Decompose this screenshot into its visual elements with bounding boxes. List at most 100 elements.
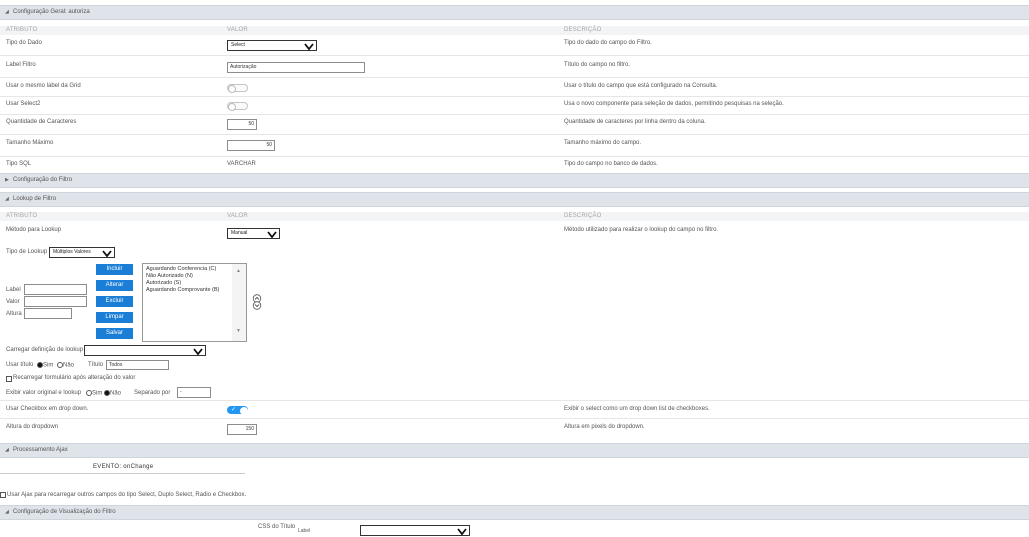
row-desc: Usar o título do campo que está configur… (564, 83, 718, 89)
row-desc: Tamanho máximo do campo. (564, 140, 642, 146)
radio-label: Sim (43, 362, 54, 369)
collapse-triangle-icon: ◢ (5, 509, 9, 515)
alterar-button[interactable]: Alterar (96, 280, 133, 291)
tipo-lookup-label: Tipo de Lookup (6, 249, 48, 255)
recarregar-label: Recarregar formulário após alteração do … (13, 375, 136, 381)
row-tipo-dado: Tipo do Dado Select Tipo do dado do camp… (0, 36, 1029, 56)
metodo-lookup-desc: Método utilizado para realizar o lookup … (564, 227, 719, 233)
select-value: Select (231, 42, 245, 48)
exibir-original-radio-nao[interactable]: Não (104, 390, 121, 397)
row-tipo-sql: Tipo SQL VARCHAR Tipo do campo no banco … (0, 157, 1029, 172)
row-desc: Tipo do campo no banco de dados. (564, 161, 658, 167)
carregar-lookup-select[interactable] (84, 345, 206, 356)
lookup-altura-input[interactable] (24, 308, 72, 319)
divider (0, 400, 1029, 401)
chevron-down-icon (102, 250, 112, 258)
collapse-triangle-icon: ◢ (5, 447, 9, 453)
checkbox-dropdown-toggle[interactable]: ✓ (227, 406, 248, 415)
separador-input[interactable]: - (177, 387, 211, 398)
section-title: Lookup de Filtro (13, 196, 57, 202)
radio-label: Não (110, 390, 122, 397)
select-value: Múltiplos Valores (53, 249, 91, 255)
move-up-down-icon[interactable] (251, 294, 263, 310)
excluir-button[interactable]: Excluir (96, 296, 133, 307)
check-icon: ✓ (231, 407, 237, 413)
usar-select2-toggle[interactable] (227, 102, 248, 111)
css-titulo-sublabel: Label (298, 528, 311, 534)
altura-dropdown-desc: Altura em pixels do dropdown. (564, 424, 645, 430)
row-desc: Tipo do dado do campo do Filtro. (564, 40, 652, 46)
tipo-dado-select[interactable]: Select (227, 40, 317, 51)
column-header-row: ATRIBUTO VALOR DESCRIÇÃO (0, 212, 1029, 221)
list-item[interactable]: Aguardando Comprovante (B) (146, 287, 219, 293)
altura-dropdown-input[interactable]: 150 (227, 424, 257, 435)
section-title: Configuração de Visualização do Filtro (13, 509, 116, 515)
lookup-values-listbox[interactable]: Aguardando Conferencia (C) Não Autorizad… (142, 263, 247, 342)
row-label: Tipo do Dado (6, 40, 42, 46)
row-usar-label-grid: Usar o mesmo label da Grid Usar o título… (0, 78, 1029, 97)
css-titulo-select[interactable] (360, 525, 470, 536)
checkbox-dropdown-label: Usar Checkbox em drop down. (6, 406, 89, 412)
limpar-button[interactable]: Limpar (96, 312, 133, 323)
checkbox-dropdown-desc: Exibir o select como um drop down list d… (564, 406, 710, 412)
section-title: Processamento Ajax (13, 447, 68, 453)
usar-ajax-checkbox[interactable] (0, 492, 6, 498)
section-header-visual[interactable]: ◢ Configuração de Visualização do Filtro (0, 505, 1029, 520)
column-attr: ATRIBUTO (6, 213, 38, 219)
chevron-down-icon (267, 231, 277, 239)
metodo-lookup-select[interactable]: Manual (227, 228, 280, 239)
evento-underline (0, 473, 245, 474)
exibir-original-label: Exibir valor original e lookup (6, 390, 82, 396)
altura-dropdown-label: Altura do dropdown (6, 424, 59, 430)
lookup-valor-label: Valor (6, 299, 20, 305)
collapse-triangle-icon: ◢ (5, 196, 9, 202)
incluir-button[interactable]: Incluir (96, 264, 133, 275)
row-label: Usar Select2 (6, 101, 41, 107)
row-usar-select2: Usar Select2 Usa o novo componente para … (0, 97, 1029, 115)
section-header-config-filtro[interactable]: ▶ Configuração do Filtro (0, 173, 1029, 188)
section-header-general[interactable]: ◢ Configuração Geral: autoriza (0, 5, 1029, 20)
qtd-caracteres-input[interactable]: 50 (227, 119, 257, 130)
row-tamanho-maximo: Tamanho Máximo 50 Tamanho máximo do camp… (0, 135, 1029, 157)
row-label: Tipo SQL (6, 161, 32, 167)
chevron-down-icon (304, 43, 314, 51)
row-desc: Título do campo no filtro. (564, 62, 631, 68)
row-desc: Quantidade de caracteres por linha dentr… (564, 119, 706, 125)
exibir-original-radio-sim[interactable]: Sim (86, 390, 102, 397)
list-item[interactable]: Não Autorizado (N) (146, 273, 193, 279)
list-item[interactable]: Aguardando Conferencia (C) (146, 266, 216, 272)
label-filtro-input[interactable]: Autorização (227, 62, 365, 73)
row-label: Usar o mesmo label da Grid (6, 83, 81, 89)
section-title: Configuração Geral: autoriza (13, 9, 90, 15)
titulo-input[interactable]: Todos (106, 360, 169, 370)
lookup-label-input[interactable] (24, 284, 87, 295)
usar-titulo-radio-nao[interactable]: Não (57, 362, 74, 369)
row-label-filtro: Label Filtro Autorização Título do campo… (0, 56, 1029, 78)
usar-ajax-label: Usar Ajax para recarregar outros campos … (7, 492, 247, 498)
salvar-button[interactable]: Salvar (96, 328, 133, 339)
lookup-altura-label: Altura (6, 311, 22, 317)
row-label: Label Filtro (6, 62, 36, 68)
tipo-lookup-select[interactable]: Múltiplos Valores (49, 247, 115, 258)
usar-titulo-radio-sim[interactable]: Sim (37, 362, 53, 369)
section-header-lookup[interactable]: ◢ Lookup de Filtro (0, 192, 1029, 207)
scroll-down-icon[interactable]: ▼ (236, 328, 241, 334)
carregar-lookup-label: Carregar definição de lookup (6, 347, 84, 353)
usar-label-grid-toggle[interactable] (227, 84, 248, 93)
radio-label: Sim (92, 390, 103, 397)
column-header-row: ATRIBUTO VALOR DESCRIÇÃO (0, 26, 1029, 35)
lookup-label-label: Label (6, 287, 21, 293)
chevron-down-icon (193, 348, 203, 356)
column-attr: ATRIBUTO (6, 27, 38, 33)
tamanho-maximo-input[interactable]: 50 (227, 140, 275, 151)
section-title: Configuração do Filtro (13, 177, 73, 183)
lookup-valor-input[interactable] (24, 296, 87, 307)
select-value: Manual (231, 230, 248, 236)
recarregar-checkbox[interactable] (6, 376, 12, 382)
scroll-up-icon[interactable]: ▲ (236, 268, 241, 274)
list-item[interactable]: Autorizado (S) (146, 280, 181, 286)
listbox-scrollbar[interactable]: ▲ ▼ (232, 264, 246, 341)
separador-label: Separado por (134, 390, 171, 396)
section-header-ajax[interactable]: ◢ Processamento Ajax (0, 443, 1029, 458)
column-desc: DESCRIÇÃO (564, 27, 602, 33)
